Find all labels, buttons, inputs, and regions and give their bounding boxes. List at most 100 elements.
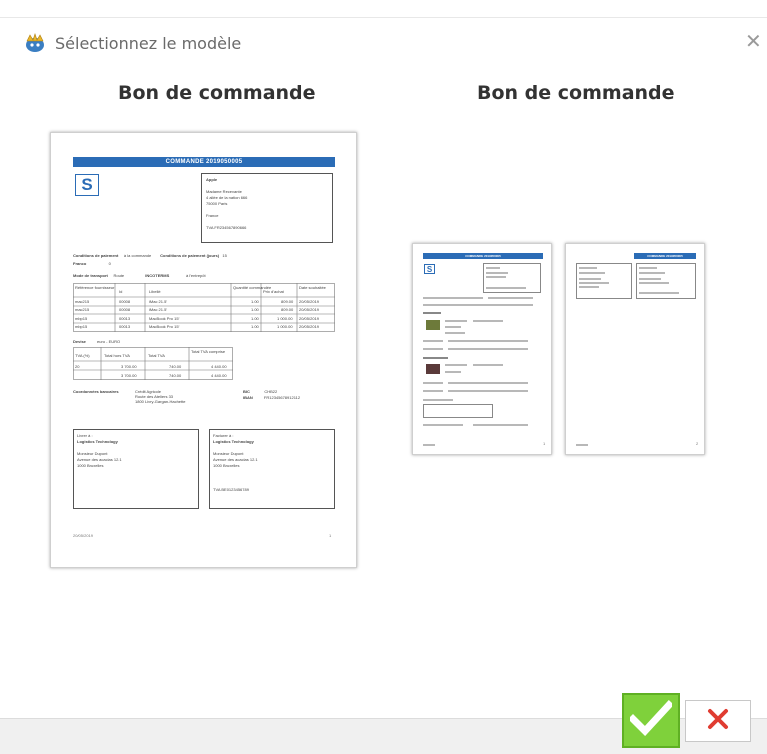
text-line (423, 348, 443, 350)
table-cell: 1.00 (251, 307, 259, 312)
table-header-cell: Référence fournisseur (75, 285, 115, 290)
text-line (579, 282, 609, 284)
footer-page: 1 (329, 533, 332, 538)
box-line: Monsieur Dupont (213, 451, 244, 456)
label: BIC (243, 389, 250, 394)
transport-row: Mode de transport Route INCOTERMS à l'en… (73, 273, 206, 278)
label: IBAN (243, 395, 253, 400)
dialog-title: Sélectionnez le modèle (55, 33, 242, 53)
box-line: Monsieur Dupont (77, 451, 108, 456)
table-cell: 20/05/2019 (299, 324, 320, 329)
product-image (426, 320, 440, 330)
footer-page: 1 (543, 441, 546, 446)
vat-header-cell: Total TVA (148, 353, 165, 358)
table-cell: 00008 (119, 307, 131, 312)
box-line: Avenue des acacias 12.1 (77, 457, 122, 462)
cancel-button[interactable] (685, 700, 751, 742)
table-cell: 20/05/2019 (299, 299, 320, 304)
table-cell: 1 000.00 (277, 324, 293, 329)
box-line: 1000 Bruxelles (77, 463, 104, 468)
table-header-cell: Date souhaitée (299, 285, 326, 290)
table-header-cell: Libellé (149, 289, 161, 294)
text-line (423, 312, 441, 314)
value: FR12345678912112 (263, 395, 301, 400)
template-1-heading: Bon de commande (118, 82, 316, 104)
value: euro - EURO (97, 339, 121, 344)
company-logo: S (424, 264, 435, 274)
franco-row: Franco 0 (73, 261, 111, 266)
label: Coordonnées bancaires (73, 389, 119, 394)
text-line (579, 278, 601, 280)
recipient-line: 75000 Paris (206, 201, 228, 206)
table-cell: 1 000.00 (277, 316, 293, 321)
text-line (639, 278, 661, 280)
bank-label: Coordonnées bancaires (73, 389, 119, 394)
dialog-header: Sélectionnez le modèle (24, 30, 241, 56)
vat-cell: 740.00 (169, 364, 182, 369)
table-header-cell: Prix d'achat (263, 289, 284, 294)
box-line: Livrer à : (77, 433, 93, 438)
template-2-preview-page-2[interactable]: COMMANDE 2019050005 2 (565, 243, 705, 455)
text-line (579, 272, 605, 274)
delivery-address-box: Livrer à : Logistics Technology Monsieur… (73, 429, 199, 509)
template-1-preview[interactable]: COMMANDE 2019050005 S Apple Madame Recev… (50, 132, 357, 568)
close-icon[interactable]: ✕ (745, 30, 767, 52)
table-cell: 00013 (119, 316, 131, 321)
text-line (445, 332, 465, 334)
value: 0 (108, 261, 111, 266)
recipient-line: TVA FR234567890666 (206, 225, 247, 230)
label: Conditions de paiement (jours) (160, 253, 220, 258)
text-line (639, 267, 657, 269)
value: Route (113, 273, 125, 278)
text-line (445, 371, 461, 373)
app-logo-icon (24, 32, 46, 54)
recipient-line: Madame Recevante (206, 189, 242, 194)
table-cell: 1.00 (251, 316, 259, 321)
label: Franco (73, 261, 87, 266)
label: Conditions de paiement (73, 253, 119, 258)
text-line (639, 272, 665, 274)
text-line (448, 348, 528, 350)
vat-cell: 4 440.00 (211, 364, 227, 369)
text-line (423, 357, 448, 359)
text-line (473, 424, 528, 426)
table-cell: MacBook Pro 15' (149, 324, 180, 329)
text-line (423, 399, 453, 401)
text-line (448, 382, 528, 384)
table-cell: mac215 (75, 299, 90, 304)
text-line (448, 340, 528, 342)
product-image (426, 364, 440, 374)
table-cell: 00008 (119, 299, 131, 304)
text-line (423, 297, 483, 299)
text-line (486, 287, 526, 289)
table-cell: 1.00 (251, 299, 259, 304)
bank-details: Crédit Agricole Route des Ateliers 33 18… (135, 389, 185, 404)
bank-line: 1800 Livry-Gargan-Hachette (135, 399, 186, 404)
company-logo: S (75, 174, 99, 196)
box-line: Logistics Technology (77, 439, 118, 444)
recipient-address-box: Apple Madame Recevante 4 allée de la nat… (201, 173, 333, 243)
order-title-bar: COMMANDE 2019050005 (73, 157, 335, 167)
recipient-line: France (206, 213, 219, 218)
text-line (445, 326, 461, 328)
vat-header-cell: Total TVA comprise (191, 349, 226, 354)
template-2-heading: Bon de commande (477, 82, 675, 104)
text-line (486, 272, 508, 274)
table-cell: 20/05/2019 (299, 316, 320, 321)
currency-row: Devise euro - EURO (73, 339, 120, 344)
text-line (423, 390, 443, 392)
checkmark-icon (628, 700, 674, 741)
table-cell: iMac 21.5' (149, 307, 168, 312)
value: 15 (222, 253, 227, 258)
confirm-button[interactable] (622, 693, 680, 748)
text-line (423, 304, 533, 306)
text-line (445, 364, 467, 366)
value: CHB22 (264, 389, 278, 394)
vat-cell: 4 440.00 (211, 373, 227, 378)
cross-icon (707, 708, 729, 735)
text-line (473, 364, 503, 366)
label: Mode de transport (73, 273, 108, 278)
footer-line (576, 444, 588, 446)
template-2-preview-page-1[interactable]: COMMANDE 2019050005 S 1 (412, 243, 552, 455)
text-line (423, 424, 463, 426)
